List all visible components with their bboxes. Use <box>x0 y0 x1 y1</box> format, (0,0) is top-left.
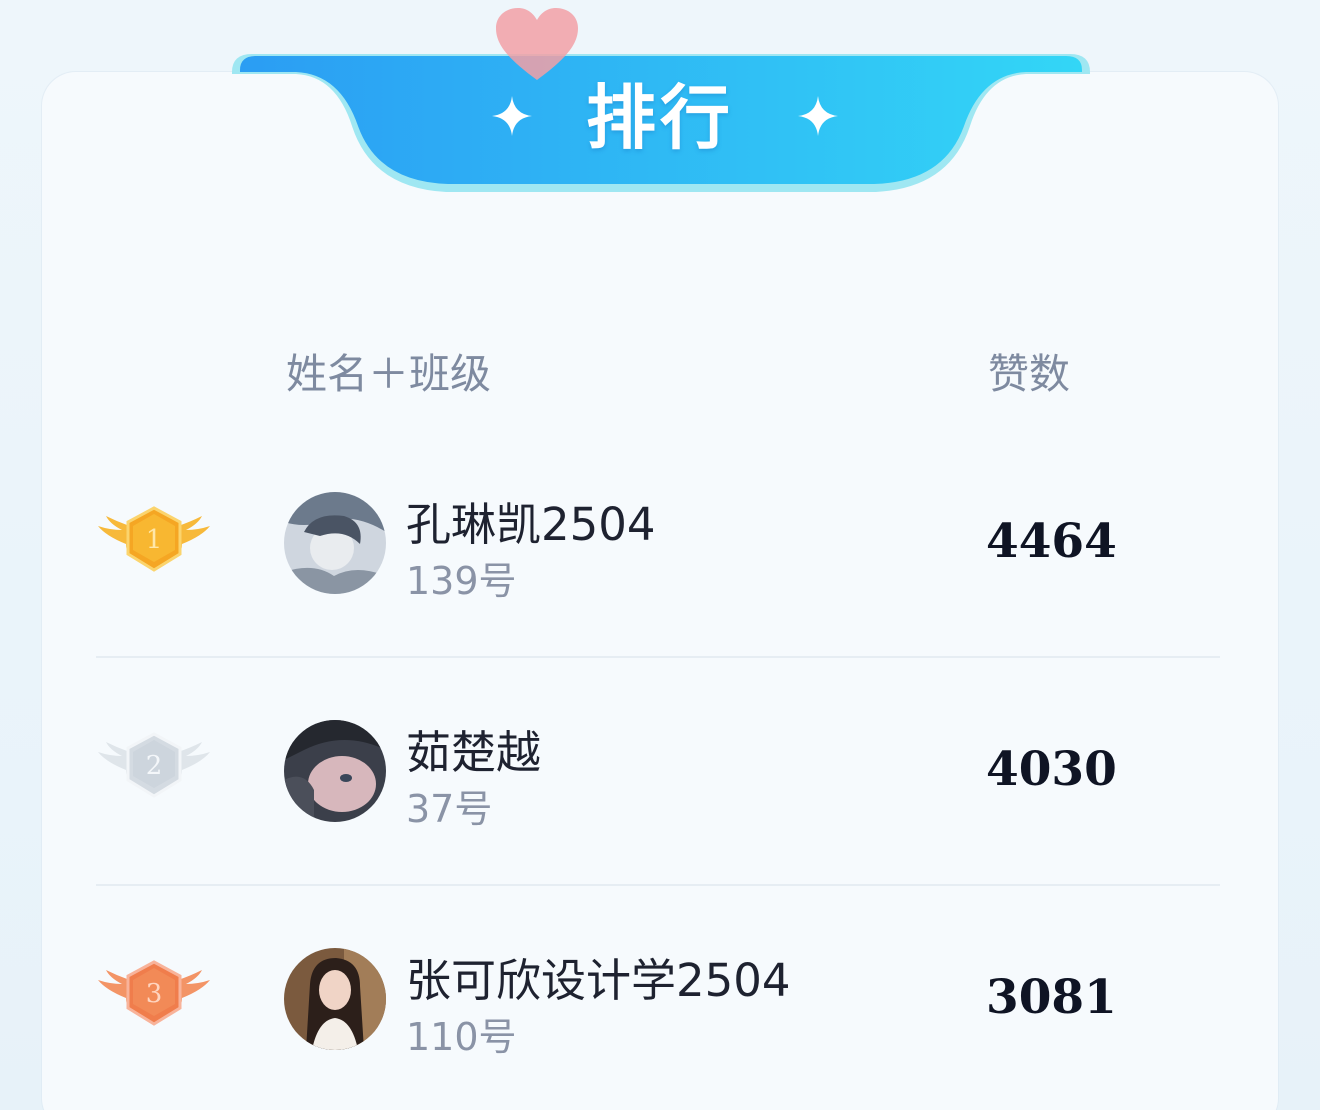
sparkle-left-icon <box>490 94 534 138</box>
likes-count: 3081 <box>986 970 1117 1025</box>
medal-rank-label: 2 <box>146 751 163 781</box>
name-class-column-header: 姓名＋班级 <box>286 350 491 398</box>
student-number: 110号 <box>406 1015 517 1059</box>
user-avatar-icon[interactable] <box>284 948 386 1050</box>
ranking-row[interactable]: 1 孔琳凯2504 139号 4464 <box>96 432 1220 658</box>
medal-rank-label: 1 <box>146 525 163 555</box>
student-number: 139号 <box>406 559 517 603</box>
likes-column-header: 赞数 <box>988 350 1070 398</box>
student-name: 孔琳凯2504 <box>406 498 656 551</box>
sparkle-right-icon <box>796 94 840 138</box>
user-avatar-icon[interactable] <box>284 492 386 594</box>
medal-rank-label: 3 <box>146 979 163 1009</box>
banner-title: 排行 <box>586 77 734 159</box>
ranking-row[interactable]: 2 茹楚越 37号 4030 <box>96 658 1220 884</box>
student-name: 茹楚越 <box>406 726 542 779</box>
likes-count: 4464 <box>986 514 1117 569</box>
ranking-row[interactable]: 3 张可欣设计学2504 110号 3081 <box>96 886 1220 1110</box>
likes-count: 4030 <box>986 742 1117 797</box>
silver-winged-medal-icon: 2 <box>96 726 212 816</box>
bronze-winged-medal-icon: 3 <box>96 954 212 1044</box>
student-number: 37号 <box>406 787 493 831</box>
ranking-page: 排行 姓名＋班级 赞数 1 孔琳凯2504 139号 4464 2 茹楚越 37… <box>0 0 1320 1110</box>
student-name: 张可欣设计学2504 <box>406 954 791 1007</box>
user-avatar-icon[interactable] <box>284 720 386 822</box>
gold-winged-medal-icon: 1 <box>96 500 212 590</box>
